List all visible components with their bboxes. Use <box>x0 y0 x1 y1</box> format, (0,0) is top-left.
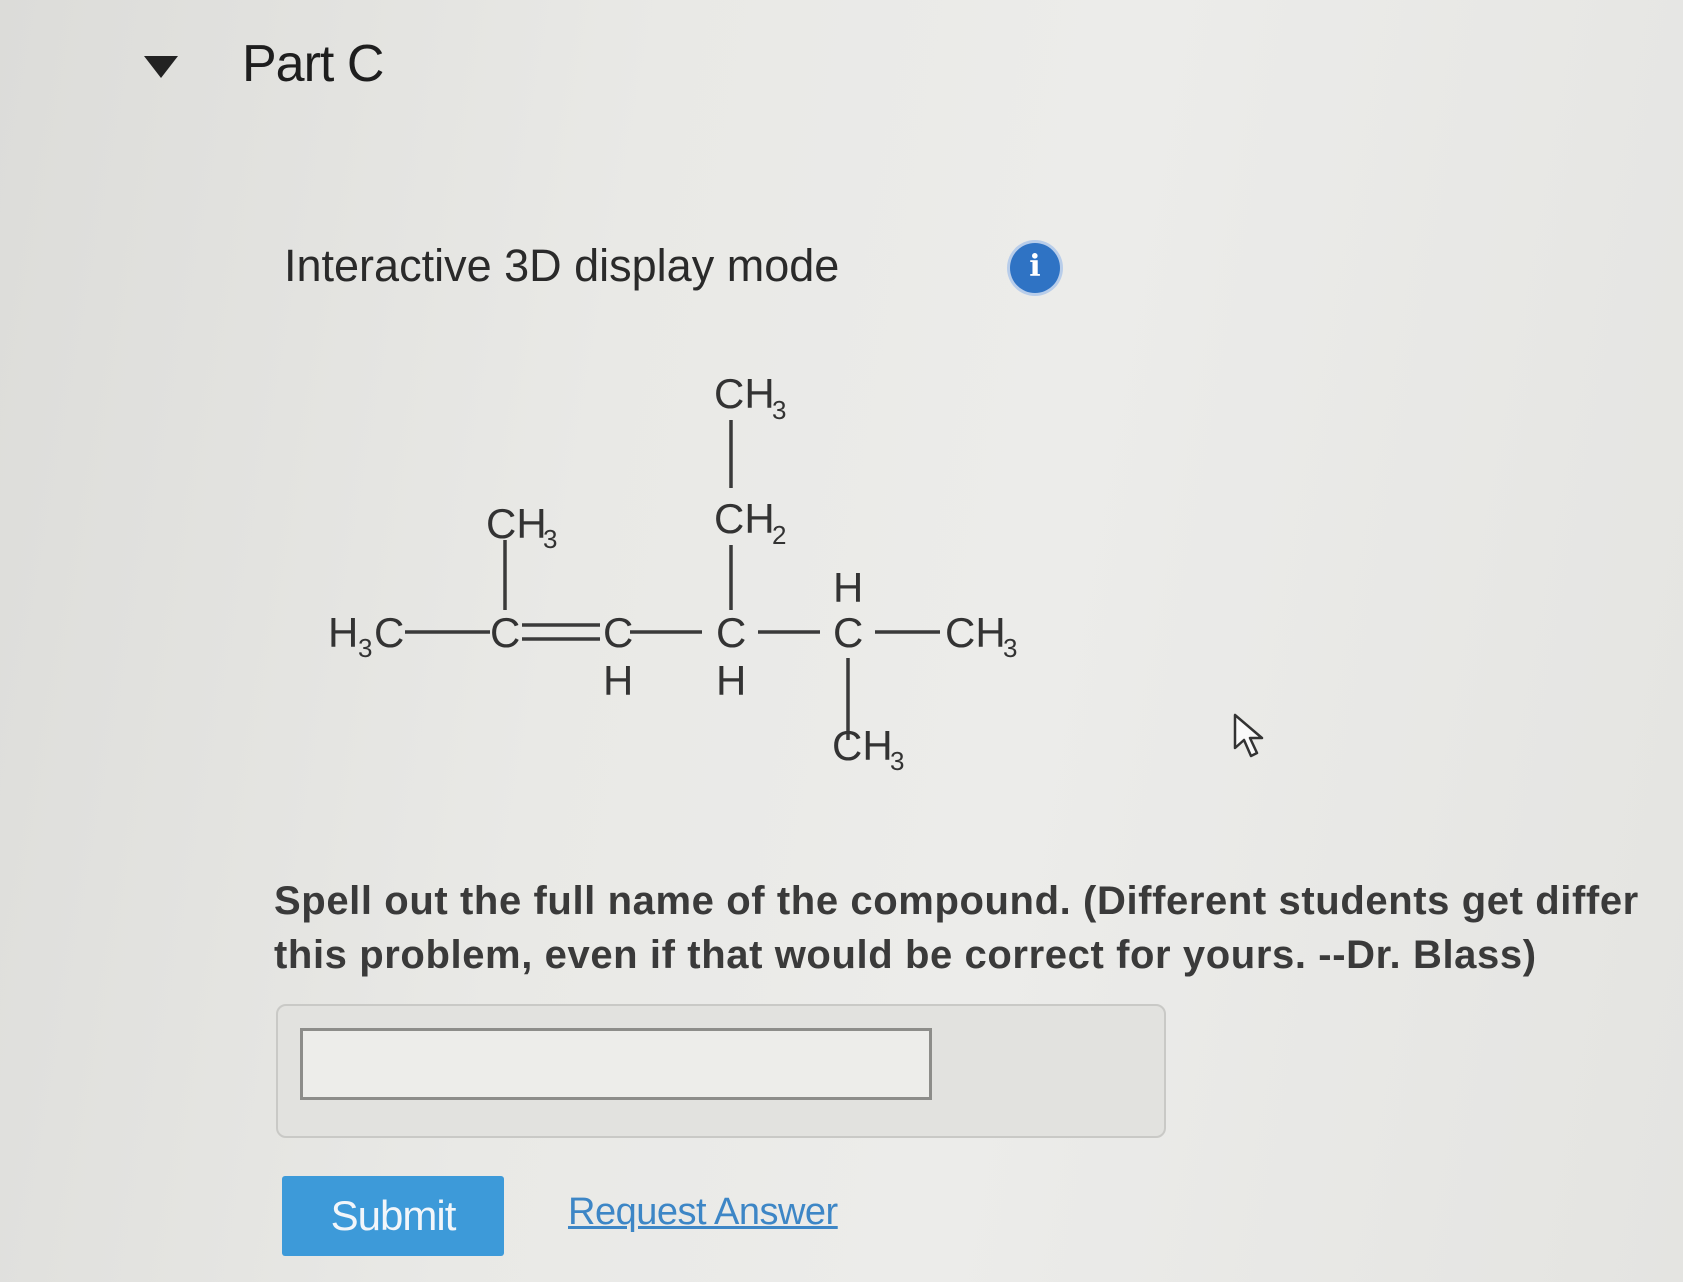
collapse-toggle-icon[interactable] <box>140 48 190 88</box>
atom-c4-h: H <box>716 657 746 704</box>
question-prompt-line-2: this problem, even if that would be corr… <box>274 933 1537 977</box>
info-icon-glyph: i <box>1029 249 1041 284</box>
mouse-cursor-icon <box>1232 712 1272 767</box>
atom-c2: C <box>490 609 520 656</box>
atom-h3c-left-h: H <box>328 609 358 656</box>
question-prompt: Spell out the full name of the compound.… <box>274 874 1674 982</box>
atom-ethyl-ch3: CH <box>714 370 775 417</box>
atom-ethyl-ch2: CH <box>714 495 775 542</box>
atom-c5-methyl: CH <box>832 722 893 769</box>
page: Part C Interactive 3D display mode i H 3… <box>0 0 1683 1282</box>
atom-c6: CH <box>945 609 1006 656</box>
atom-c2-methyl-sub: 3 <box>543 524 557 554</box>
atom-c3: C <box>603 609 633 656</box>
atom-c6-sub: 3 <box>1003 633 1017 663</box>
question-prompt-line-1: Spell out the full name of the compound.… <box>274 879 1639 923</box>
atom-h3c-left-c: C <box>374 609 404 656</box>
atom-h3c-left-sub: 3 <box>358 633 372 663</box>
request-answer-link[interactable]: Request Answer <box>568 1191 838 1234</box>
atom-c2-methyl: CH <box>486 500 547 547</box>
answer-container <box>276 1004 1166 1138</box>
atom-ethyl-ch2-sub: 2 <box>772 520 786 550</box>
submit-button[interactable]: Submit <box>282 1176 504 1256</box>
info-icon[interactable]: i <box>1010 243 1060 293</box>
atom-c5-h: H <box>833 564 863 611</box>
structural-formula: H 3 C C CH 3 C H C H CH 2 CH 3 H C CH 3 … <box>300 360 1080 790</box>
part-title: Part C <box>242 35 384 93</box>
atom-c3-h: H <box>603 657 633 704</box>
atom-c4: C <box>716 609 746 656</box>
atom-c5: C <box>833 609 863 656</box>
display-mode-label: Interactive 3D display mode <box>284 240 840 291</box>
atom-c5-methyl-sub: 3 <box>890 746 904 776</box>
atom-ethyl-ch3-sub: 3 <box>772 395 786 425</box>
answer-input[interactable] <box>300 1028 932 1100</box>
